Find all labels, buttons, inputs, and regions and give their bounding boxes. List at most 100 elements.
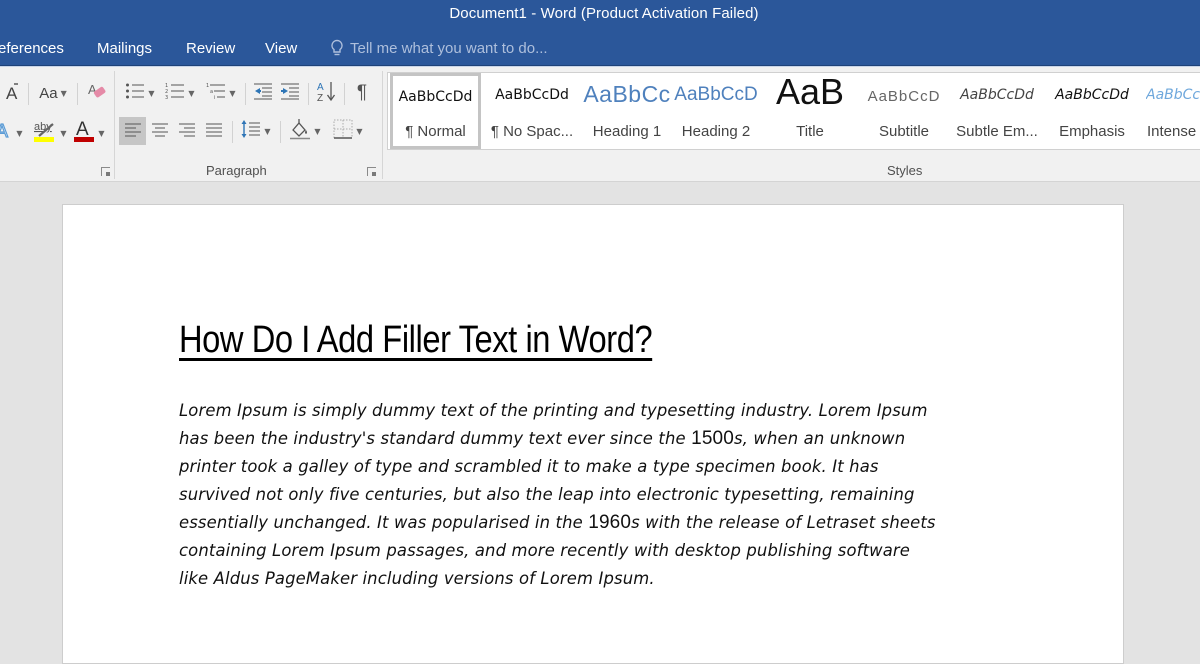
multilevel-list-button[interactable]: 1ai ▼ [201,80,241,106]
increase-indent-icon [280,82,300,104]
chevron-down-icon: ▼ [148,88,155,98]
separator [245,83,246,105]
decrease-indent-button[interactable] [250,80,276,106]
borders-button[interactable]: ▼ [326,117,370,145]
style-name: Emphasis [1059,123,1125,140]
sort-button[interactable]: AZ [313,80,339,106]
increase-indent-button[interactable] [277,80,303,106]
document-page[interactable]: How Do I Add Filler Text in Word? Lorem … [62,204,1124,664]
document-heading[interactable]: How Do I Add Filler Text in Word? [179,319,653,362]
group-separator [382,71,383,179]
style-heading-2[interactable]: AaBbCcD Heading 2 [674,73,758,149]
style-name: Heading 2 [681,123,751,140]
body-line: like Aldus PageMaker including versions … [179,565,979,593]
style-sample: AaBbCcD [674,84,758,105]
font-dialog-launcher[interactable] [101,167,110,176]
align-left-button[interactable] [119,117,146,145]
paragraph-dialog-launcher[interactable] [367,167,376,176]
paragraph-group-label: Paragraph [206,163,267,178]
pilcrow-icon: ¶ [356,82,368,103]
body-line: essentially unchanged. It was popularise… [179,509,979,537]
style-sample: AaBbCcDd [495,87,569,103]
style-emphasis[interactable]: AaBbCcDd Emphasis [1046,73,1138,149]
tab-mailings[interactable]: Mailings [97,40,152,57]
highlighter-icon: aby [33,118,57,148]
align-center-button[interactable] [147,117,173,145]
separator [308,83,309,105]
style-no-spacing[interactable]: AaBbCcDd ¶ No Spac... [483,73,581,149]
document-body[interactable]: Lorem Ipsum is simply dummy text of the … [179,397,979,593]
ribbon-tab-row: eferences Mailings Review View Tell me w… [0,30,1200,66]
font-color-button[interactable]: A ▼ [70,119,108,147]
svg-text:A: A [6,84,18,102]
tab-references[interactable]: eferences [0,40,64,57]
paint-bucket-icon [289,118,311,144]
align-left-icon [124,122,141,141]
svg-text:a: a [210,89,213,95]
show-hide-button[interactable]: ¶ [349,80,375,106]
style-subtitle[interactable]: AaBbCcD Subtitle [860,73,948,149]
style-name: ¶ No Spac... [490,123,574,140]
tell-me-search[interactable]: Tell me what you want to do... [330,39,548,57]
chevron-down-icon: ▼ [98,128,105,138]
style-name: Intense [1147,123,1197,140]
bullets-button[interactable]: ▼ [120,80,160,106]
chevron-down-icon: ▼ [356,126,363,136]
text-effects-button[interactable]: A ▼ [0,119,26,147]
chevron-down-icon: ▼ [60,128,67,138]
line-spacing-icon [241,119,261,143]
font-color-icon: A [73,118,95,148]
body-line: printer took a galley of type and scramb… [179,453,979,481]
body-text-run: Lorem Ipsum is simply dummy text of the … [179,401,928,420]
chevron-down-icon: ▼ [188,88,195,98]
change-case-button[interactable]: Aa ▼ [34,80,72,106]
align-right-button[interactable] [174,117,200,145]
chevron-down-icon: ▼ [60,88,67,98]
shrink-font-button[interactable]: A [2,80,22,106]
body-text-run: containing Lorem Ipsum passages, and mor… [179,541,911,560]
svg-text:1: 1 [206,83,209,89]
body-text-run: has been the industry's standard dummy t… [179,429,692,448]
line-spacing-button[interactable]: ▼ [236,117,276,145]
clear-formatting-button[interactable]: A [84,80,110,106]
numbering-button[interactable]: 123 ▼ [160,80,200,106]
svg-text:A: A [317,82,324,93]
align-right-icon [179,122,195,141]
svg-text:i: i [214,95,215,100]
highlight-button[interactable]: aby ▼ [30,119,70,147]
body-text-run: essentially unchanged. It was popularise… [179,513,589,532]
style-intense-emphasis[interactable]: AaBbCc Intense [1140,73,1200,149]
style-sample: AaBbCcDd [398,89,473,105]
justify-button[interactable] [201,117,227,145]
shading-button[interactable]: ▼ [285,117,325,145]
chevron-down-icon: ▼ [229,88,236,98]
document-canvas: How Do I Add Filler Text in Word? Lorem … [0,182,1200,664]
chevron-down-icon: ▼ [16,128,23,138]
style-sample: AaBbCc [1146,87,1200,103]
title-bar: Document1 - Word (Product Activation Fai… [0,0,1200,30]
sort-az-icon: AZ [316,80,336,106]
change-case-label: Aa [39,84,58,102]
bullet-list-icon [125,82,145,104]
body-text-run: printer took a galley of type and scramb… [179,457,879,476]
style-normal[interactable]: AaBbCcDd ¶ Normal [390,73,481,149]
body-text-run: s, when an unknown [733,429,906,448]
tab-view[interactable]: View [265,40,297,57]
lightbulb-icon [330,39,344,57]
style-name: Subtle Em... [956,123,1038,140]
separator [280,121,281,143]
style-subtle-emphasis[interactable]: AaBbCcDd Subtle Em... [950,73,1044,149]
style-name: ¶ Normal [405,123,466,140]
multilevel-list-icon: 1ai [206,82,226,104]
style-heading-1[interactable]: AaBbCc Heading 1 [582,73,672,149]
body-line: has been the industry's standard dummy t… [179,425,979,453]
justify-icon [206,122,222,141]
style-title[interactable]: AaB Title [762,71,858,149]
window-title: Document1 - Word (Product Activation Fai… [449,5,759,22]
eraser-icon: A [86,80,108,106]
style-sample: AaBbCcDd [1055,87,1129,103]
svg-text:3: 3 [165,95,168,100]
style-sample: AaBbCc [583,81,671,107]
chevron-down-icon: ▼ [264,126,271,136]
tab-review[interactable]: Review [186,40,235,57]
